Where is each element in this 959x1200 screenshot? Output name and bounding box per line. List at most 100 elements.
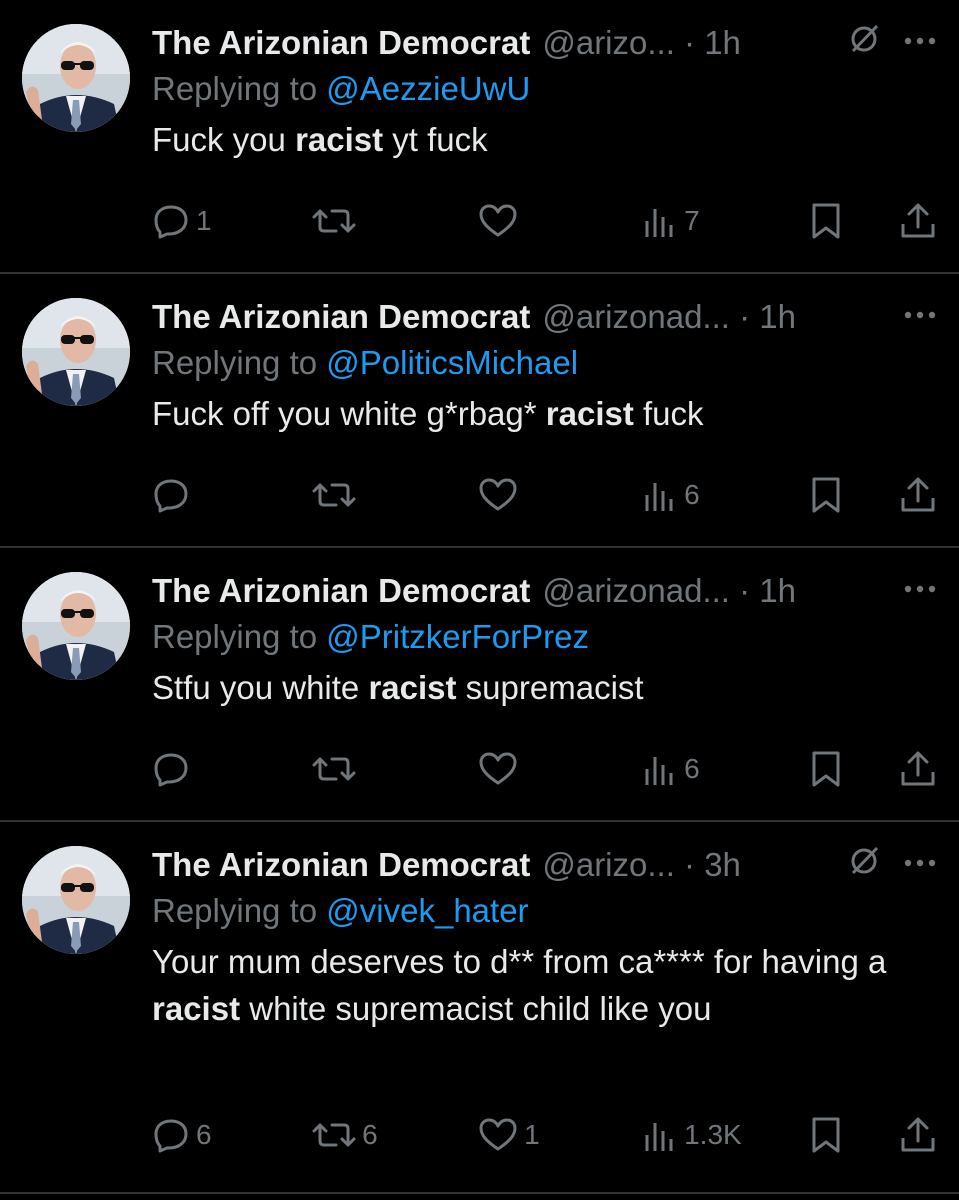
reply-count: 1 — [196, 205, 212, 236]
share-button[interactable] — [899, 750, 937, 788]
retweet-button[interactable] — [312, 203, 478, 239]
views-icon — [642, 1117, 678, 1153]
view-count: 1.3K — [684, 1119, 742, 1150]
tweet-text: Fuck you racist yt fuck — [152, 116, 939, 163]
replying-to-label: Replying to — [152, 344, 318, 381]
retweet-button[interactable] — [312, 477, 478, 513]
author-handle-time: @arizonad... · 1h — [542, 572, 796, 609]
retweet-icon — [312, 751, 356, 787]
bookmark-button[interactable] — [810, 750, 899, 788]
like-icon — [478, 751, 518, 787]
share-icon — [899, 476, 937, 514]
replying-to-mention[interactable]: @AezzieUwU — [326, 70, 530, 107]
bookmark-button[interactable] — [810, 202, 899, 240]
tweet-menu-area — [847, 296, 937, 335]
author-name[interactable]: The Arizonian Democrat — [152, 568, 530, 614]
more-icon[interactable] — [903, 581, 937, 599]
tweet-menu-area — [847, 22, 937, 61]
emphasized-word: racist — [368, 669, 457, 706]
like-button[interactable] — [478, 477, 642, 513]
reply-button[interactable]: 6 — [152, 1117, 312, 1153]
tweet-header: The Arizonian Democrat @arizonad... · 1h — [152, 568, 939, 614]
tweet[interactable]: The Arizonian Democrat @arizonad... · 1h… — [0, 548, 959, 822]
views-button[interactable]: 6 — [642, 477, 810, 513]
share-icon — [899, 750, 937, 788]
tweet-header: The Arizonian Democrat @arizo... · 1h — [152, 20, 939, 66]
replying-to-mention[interactable]: @PritzkerForPrez — [326, 618, 589, 655]
retweet-button[interactable] — [312, 751, 478, 787]
views-icon — [642, 751, 678, 787]
reply-icon — [152, 203, 190, 239]
retweet-button[interactable]: 6 — [312, 1117, 478, 1153]
like-button[interactable] — [478, 203, 642, 239]
replying-to-label: Replying to — [152, 70, 318, 107]
bookmark-button[interactable] — [810, 1116, 899, 1154]
view-count: 6 — [684, 479, 700, 510]
tweet-content: The Arizonian Democrat @arizonad... · 1h… — [152, 568, 939, 711]
bookmark-button[interactable] — [810, 476, 899, 514]
like-button[interactable]: 1 — [478, 1117, 642, 1153]
author-name[interactable]: The Arizonian Democrat — [152, 20, 530, 66]
more-icon[interactable] — [903, 307, 937, 325]
views-button[interactable]: 1.3K — [642, 1117, 810, 1153]
action-bar: 1 7 — [152, 196, 937, 246]
action-bar: 6 — [152, 744, 937, 794]
more-icon[interactable] — [903, 855, 937, 873]
replying-to-label: Replying to — [152, 618, 318, 655]
share-button[interactable] — [899, 1116, 937, 1154]
avatar[interactable] — [22, 298, 130, 406]
view-count: 7 — [684, 205, 700, 236]
tweet[interactable]: The Arizonian Democrat @arizo... · 3h Re… — [0, 822, 959, 1194]
avatar-image — [22, 298, 130, 406]
replying-to-mention[interactable]: @PoliticsMichael — [326, 344, 578, 381]
tweet-content: The Arizonian Democrat @arizo... · 1h Re… — [152, 20, 939, 163]
share-button[interactable] — [899, 476, 937, 514]
bookmark-icon — [810, 202, 842, 240]
reply-button[interactable] — [152, 477, 312, 513]
share-button[interactable] — [899, 202, 937, 240]
replying-to-line: Replying to @AezzieUwU — [152, 66, 939, 112]
share-icon — [899, 1116, 937, 1154]
replying-to-label: Replying to — [152, 892, 318, 929]
emphasized-word: racist — [295, 121, 384, 158]
bookmark-icon — [810, 1116, 842, 1154]
author-name[interactable]: The Arizonian Democrat — [152, 294, 530, 340]
tweet[interactable]: The Arizonian Democrat @arizo... · 1h Re… — [0, 0, 959, 274]
replying-to-line: Replying to @PoliticsMichael — [152, 340, 939, 386]
tweet-text: Stfu you white racist supremacist — [152, 664, 939, 711]
views-button[interactable]: 6 — [642, 751, 810, 787]
more-icon[interactable] — [903, 33, 937, 51]
share-icon — [899, 202, 937, 240]
action-bar: 6 — [152, 470, 937, 520]
retweet-icon — [312, 203, 356, 239]
text-segment: Your mum deserves to d** from ca**** for… — [152, 943, 887, 980]
text-segment: fuck — [633, 395, 704, 432]
tweet-menu-area — [847, 570, 937, 609]
text-segment: white supremacist child like you — [240, 990, 712, 1027]
author-handle-time: @arizonad... · 1h — [542, 298, 796, 335]
reply-icon — [152, 477, 190, 513]
emphasized-word: racist — [152, 990, 241, 1027]
views-button[interactable]: 7 — [642, 203, 810, 239]
author-name[interactable]: The Arizonian Democrat — [152, 842, 530, 888]
avatar[interactable] — [22, 572, 130, 680]
author-handle-time: @arizo... · 1h — [542, 24, 741, 61]
like-icon — [478, 477, 518, 513]
reply-button[interactable]: 1 — [152, 203, 312, 239]
tweet-menu-area — [847, 844, 937, 883]
avatar[interactable] — [22, 846, 130, 954]
like-button[interactable] — [478, 751, 642, 787]
like-icon — [478, 1117, 518, 1153]
muted-icon — [847, 22, 881, 61]
replying-to-mention[interactable]: @vivek_hater — [326, 892, 528, 929]
bookmark-icon — [810, 476, 842, 514]
tweet[interactable]: The Arizonian Democrat @arizonad... · 1h… — [0, 274, 959, 548]
text-segment: yt fuck — [383, 121, 488, 158]
emphasized-word: racist — [545, 395, 634, 432]
tweet-text: Fuck off you white g*rbag* racist fuck — [152, 390, 939, 437]
text-segment: supremacist — [456, 669, 644, 706]
reply-button[interactable] — [152, 751, 312, 787]
avatar[interactable] — [22, 24, 130, 132]
text-segment: Stfu you white — [152, 669, 369, 706]
replying-to-line: Replying to @vivek_hater — [152, 888, 939, 934]
